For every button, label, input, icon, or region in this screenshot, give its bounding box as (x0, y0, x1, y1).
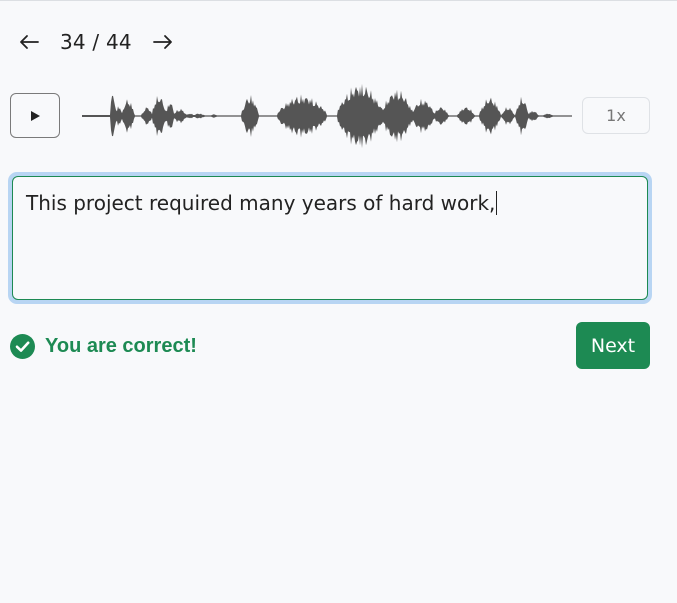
play-icon (31, 110, 40, 121)
text-caret (496, 191, 498, 215)
top-divider (0, 0, 677, 1)
counter-separator: / (92, 30, 100, 54)
arrow-left-icon (20, 35, 39, 49)
answer-field-focus-ring: This project required many years of hard… (8, 172, 652, 304)
item-navigation: 34 / 44 (12, 26, 180, 58)
feedback-message: You are correct! (10, 334, 197, 359)
audio-player: 1x (10, 83, 650, 149)
total-count: 44 (105, 30, 132, 54)
previous-button[interactable] (12, 26, 46, 58)
arrow-right-icon (152, 35, 172, 49)
answer-text: This project required many years of hard… (26, 191, 496, 215)
answer-textarea[interactable]: This project required many years of hard… (12, 176, 648, 300)
item-counter: 34 / 44 (60, 30, 132, 54)
current-index: 34 (60, 30, 86, 54)
playback-speed-button[interactable]: 1x (582, 97, 650, 134)
next-item-button[interactable] (146, 26, 180, 58)
feedback-text: You are correct! (45, 335, 197, 357)
audio-waveform[interactable] (82, 78, 572, 154)
check-circle-icon (10, 334, 35, 359)
next-button[interactable]: Next (576, 322, 650, 369)
play-button[interactable] (10, 93, 60, 138)
